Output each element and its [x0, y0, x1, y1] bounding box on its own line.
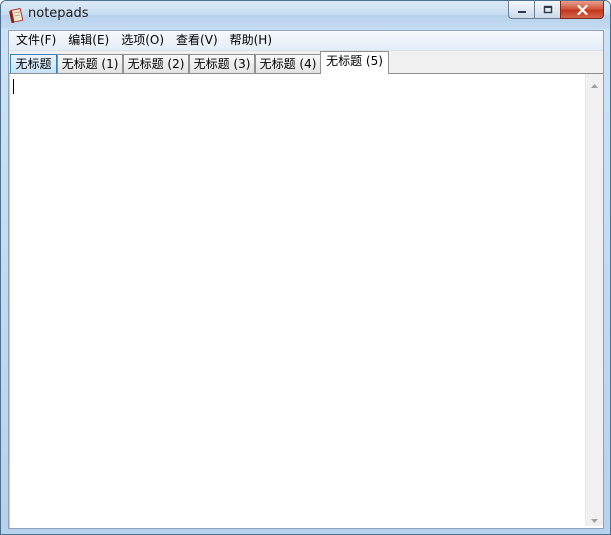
minimize-button[interactable]: [508, 1, 534, 19]
client-area: 文件(F) 编辑(E) 选项(O) 查看(V) 帮助(H) 无标题 无标题 (1…: [8, 30, 604, 529]
notebook-icon[interactable]: [8, 7, 24, 24]
tab-untitled-5[interactable]: 无标题 (5): [320, 51, 389, 74]
scroll-up-arrow-icon: [591, 73, 598, 92]
title-bar[interactable]: notepads: [1, 1, 610, 29]
maximize-icon: [543, 5, 553, 14]
menu-view[interactable]: 查看(V): [170, 32, 224, 49]
caption-buttons: [508, 1, 604, 21]
editor-text[interactable]: [14, 78, 583, 524]
scroll-down-arrow-icon: [591, 508, 598, 527]
scroll-up-button[interactable]: [586, 74, 603, 91]
tab-untitled-3[interactable]: 无标题 (3): [189, 54, 255, 73]
tab-strip: 无标题 无标题 (1) 无标题 (2) 无标题 (3) 无标题 (4) 无标题 …: [9, 51, 603, 74]
tab-untitled-2[interactable]: 无标题 (2): [123, 54, 189, 73]
scroll-down-button[interactable]: [586, 509, 603, 526]
tab-untitled[interactable]: 无标题: [10, 54, 57, 73]
close-button[interactable]: [560, 1, 604, 19]
text-caret: [13, 79, 14, 94]
maximize-button[interactable]: [534, 1, 560, 19]
menu-options[interactable]: 选项(O): [115, 32, 170, 49]
tab-untitled-4[interactable]: 无标题 (4): [255, 54, 321, 73]
menu-help[interactable]: 帮助(H): [224, 32, 278, 49]
menu-edit[interactable]: 编辑(E): [62, 32, 115, 49]
notepads-window: notepads 文件(F) 编辑(E) 选项(O) 查看(V) 帮助(H) 无…: [0, 0, 611, 535]
editor-pane[interactable]: [9, 74, 603, 528]
minimize-icon: [517, 6, 527, 14]
close-icon: [576, 4, 588, 15]
vertical-scrollbar[interactable]: [585, 74, 603, 526]
tab-untitled-1[interactable]: 无标题 (1): [57, 54, 123, 73]
window-title: notepads: [28, 6, 89, 21]
menu-file[interactable]: 文件(F): [10, 32, 62, 49]
menu-bar: 文件(F) 编辑(E) 选项(O) 查看(V) 帮助(H): [9, 31, 603, 51]
